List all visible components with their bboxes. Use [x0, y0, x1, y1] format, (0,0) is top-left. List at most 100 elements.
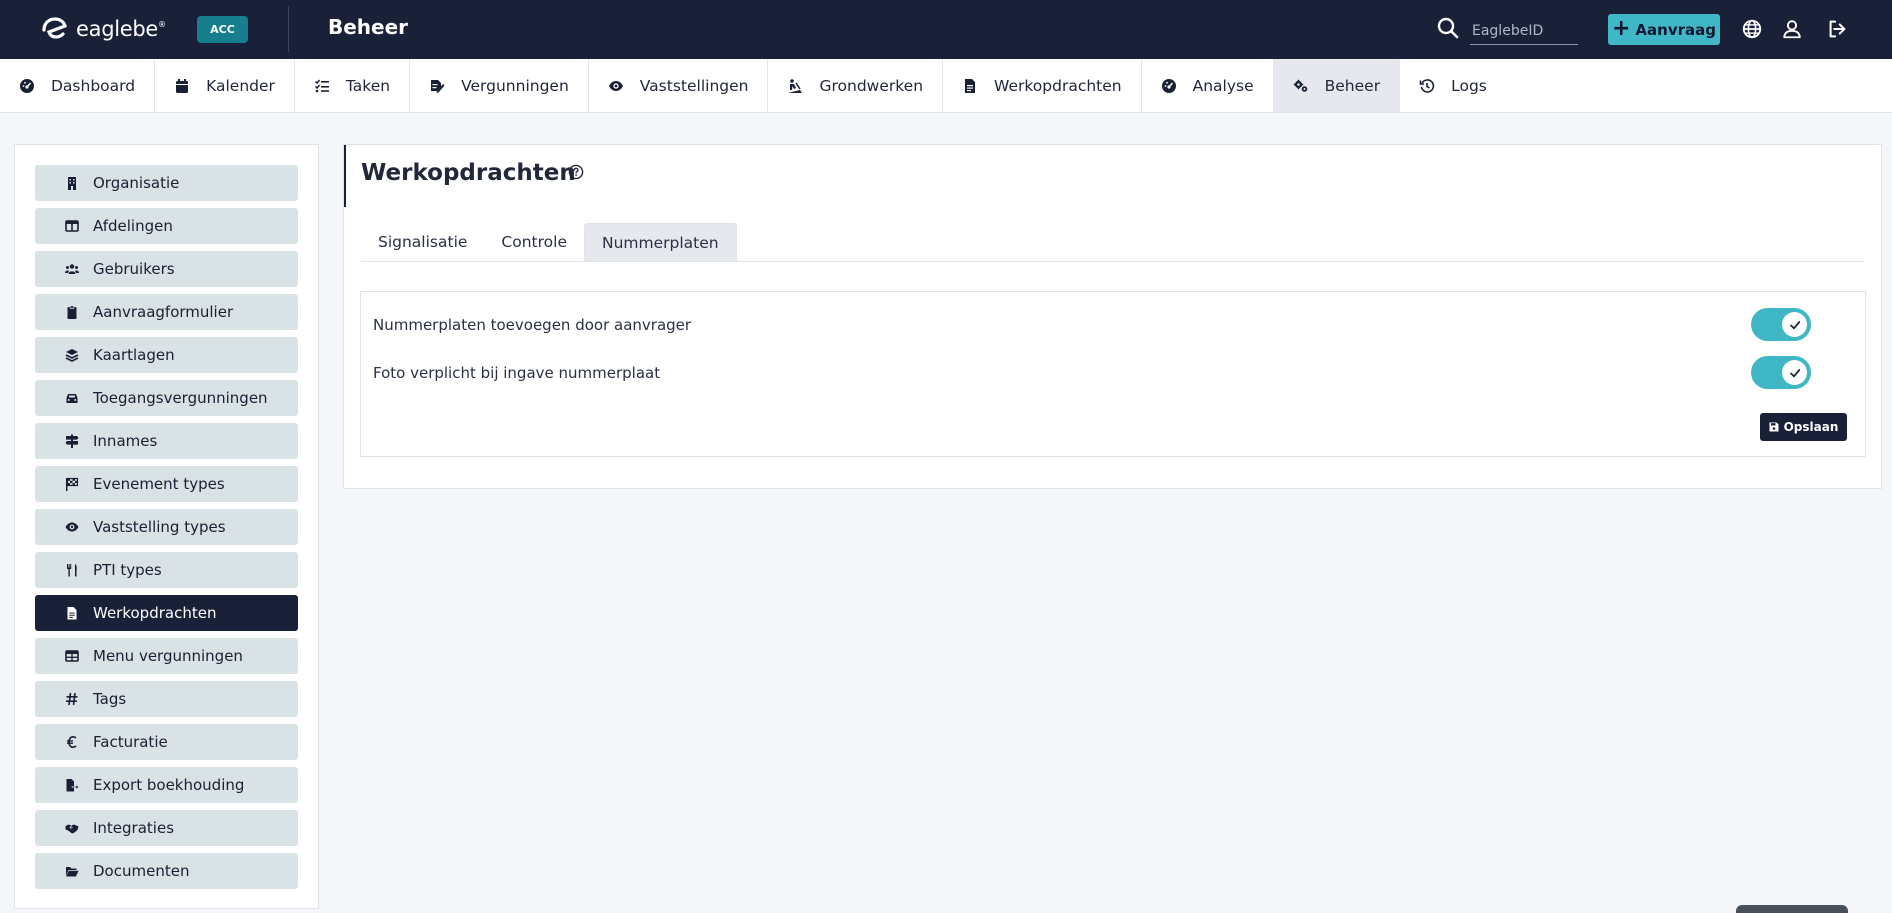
setting-label-foto-verplicht: Foto verplicht bij ingave nummerplaat: [373, 364, 661, 382]
globe-icon[interactable]: [1741, 18, 1763, 40]
nav-item-vergunningen[interactable]: Vergunningen: [410, 59, 589, 112]
sidebar-item-label: Vaststelling types: [93, 518, 226, 536]
sidebar-item-label: Facturatie: [93, 733, 168, 751]
nav-item-label: Analyse: [1192, 76, 1254, 95]
search-icon[interactable]: [1436, 16, 1460, 40]
sidebar-item-kaartlagen[interactable]: Kaartlagen: [35, 337, 298, 373]
nav-item-label: Logs: [1451, 76, 1487, 95]
main-navigation: Dashboard Kalender Taken Vergunningen Va…: [0, 59, 1892, 113]
analysis-icon: [1161, 78, 1176, 93]
nav-item-taken[interactable]: Taken: [295, 59, 411, 112]
plus-icon: +: [1611, 15, 1631, 41]
folder-open-icon: [66, 867, 79, 877]
cogs-icon: [1293, 79, 1307, 92]
nav-item-label: Grondwerken: [819, 76, 924, 95]
page-title: Werkopdrachten: [361, 160, 576, 186]
tab-signalisatie[interactable]: Signalisatie: [361, 223, 484, 261]
sidebar-item-menu-vergunningen[interactable]: Menu vergunningen: [35, 638, 298, 674]
tab-nummerplaten[interactable]: Nummerplaten: [584, 223, 737, 261]
floppy-disk-icon: [1769, 422, 1779, 432]
sidebar-item-documenten[interactable]: Documenten: [35, 853, 298, 889]
toggle-knob: [1782, 360, 1807, 385]
nav-item-label: Vergunningen: [461, 76, 569, 95]
nav-item-grondwerken[interactable]: Grondwerken: [768, 59, 944, 112]
toggle-knob: [1782, 312, 1807, 337]
eye-icon: [608, 80, 623, 91]
sidebar-item-facturatie[interactable]: Facturatie: [35, 724, 298, 760]
tasks-icon: [314, 79, 329, 92]
sidebar-item-label: Organisatie: [93, 174, 180, 192]
document-icon: [67, 607, 77, 620]
layers-icon: [65, 349, 79, 362]
nav-item-kalender[interactable]: Kalender: [155, 59, 295, 112]
header-divider: [288, 6, 289, 52]
file-export-icon: [66, 779, 79, 792]
sidebar-item-aanvraagformulier[interactable]: Aanvraagformulier: [35, 294, 298, 330]
logout-icon[interactable]: [1826, 18, 1848, 40]
sidebar-item-afdelingen[interactable]: Afdelingen: [35, 208, 298, 244]
nav-item-label: Beheer: [1324, 76, 1381, 95]
sidebar-item-label: Aanvraagformulier: [93, 303, 234, 321]
sidebar-item-organisatie[interactable]: Organisatie: [35, 165, 298, 201]
bottom-corner-tab[interactable]: [1736, 905, 1848, 913]
nav-item-label: Vaststellingen: [639, 76, 749, 95]
users-icon: [65, 264, 79, 274]
eaglebe-logo-icon: [42, 17, 67, 39]
nummerplaten-settings-box: Nummerplaten toevoegen door aanvrager Fo…: [360, 291, 1866, 457]
sidebar-item-vaststelling-types[interactable]: Vaststelling types: [35, 509, 298, 545]
sidebar-item-integraties[interactable]: Integraties: [35, 810, 298, 846]
panel-accent-bar: [344, 145, 346, 207]
header-title: Beheer: [328, 15, 409, 39]
calendar-icon: [176, 78, 189, 93]
nav-item-analyse[interactable]: Analyse: [1142, 59, 1274, 112]
sidebar-item-evenement-types[interactable]: Evenement types: [35, 466, 298, 502]
nav-item-werkopdrachten[interactable]: Werkopdrachten: [943, 59, 1142, 112]
sidebar-item-innames[interactable]: Innames: [35, 423, 298, 459]
nav-item-label: Kalender: [206, 76, 275, 95]
sidebar-item-gebruikers[interactable]: Gebruikers: [35, 251, 298, 287]
sidebar-item-label: Toegangsvergunningen: [93, 389, 268, 407]
sidebar-item-label: Evenement types: [93, 475, 225, 493]
sidebar-item-label: Tags: [93, 690, 127, 708]
nav-item-beheer[interactable]: Beheer: [1273, 59, 1401, 112]
sidebar-item-label: Menu vergunningen: [93, 647, 243, 665]
new-aanvraag-button[interactable]: + Aanvraag: [1608, 14, 1720, 45]
eaglebe-logo[interactable]: eaglebe ®: [40, 14, 166, 44]
eye-icon: [65, 522, 79, 532]
save-button-label: Opslaan: [1783, 420, 1839, 434]
document-icon: [965, 78, 976, 93]
beheer-sidebar: Organisatie Afdelingen Gebruikers Aanvra…: [14, 144, 319, 909]
environment-badge: ACC: [197, 16, 248, 43]
toggle-foto-verplicht[interactable]: [1751, 356, 1811, 389]
sidebar-item-label: Documenten: [93, 862, 190, 880]
logo-registered-mark: ®: [158, 19, 167, 29]
history-icon: [1419, 78, 1435, 93]
signs-icon: [65, 434, 79, 448]
help-icon[interactable]: [568, 164, 584, 180]
check-icon: [1789, 368, 1800, 377]
nav-item-logs[interactable]: Logs: [1400, 59, 1506, 112]
utensils-icon: [67, 564, 77, 577]
sidebar-item-werkopdrachten[interactable]: Werkopdrachten: [35, 595, 298, 631]
save-button[interactable]: Opslaan: [1760, 413, 1847, 441]
permit-icon: [431, 79, 445, 93]
car-icon: [66, 394, 78, 403]
sidebar-item-tags[interactable]: Tags: [35, 681, 298, 717]
sidebar-item-label: PTI types: [93, 561, 162, 579]
nav-item-dashboard[interactable]: Dashboard: [0, 59, 156, 112]
sidebar-item-toegangsvergunningen[interactable]: Toegangsvergunningen: [35, 380, 298, 416]
dashboard-icon: [20, 78, 34, 93]
sidebar-item-label: Export boekhouding: [93, 776, 245, 794]
sidebar-item-pti-types[interactable]: PTI types: [35, 552, 298, 588]
aanvraag-button-label: Aanvraag: [1635, 20, 1716, 39]
digging-icon: [788, 78, 803, 93]
toggle-nummerplaten-toevoegen[interactable]: [1751, 308, 1811, 341]
user-icon[interactable]: [1781, 18, 1803, 40]
sidebar-item-label: Integraties: [93, 819, 175, 837]
nav-item-vaststellingen[interactable]: Vaststellingen: [589, 59, 769, 112]
sidebar-item-export-boekhouding[interactable]: Export boekhouding: [35, 767, 298, 803]
sidebar-item-label: Kaartlagen: [93, 346, 175, 364]
eaglebe-id-search-input[interactable]: [1470, 17, 1578, 45]
hashtag-icon: [66, 692, 78, 706]
tab-controle[interactable]: Controle: [484, 223, 584, 261]
